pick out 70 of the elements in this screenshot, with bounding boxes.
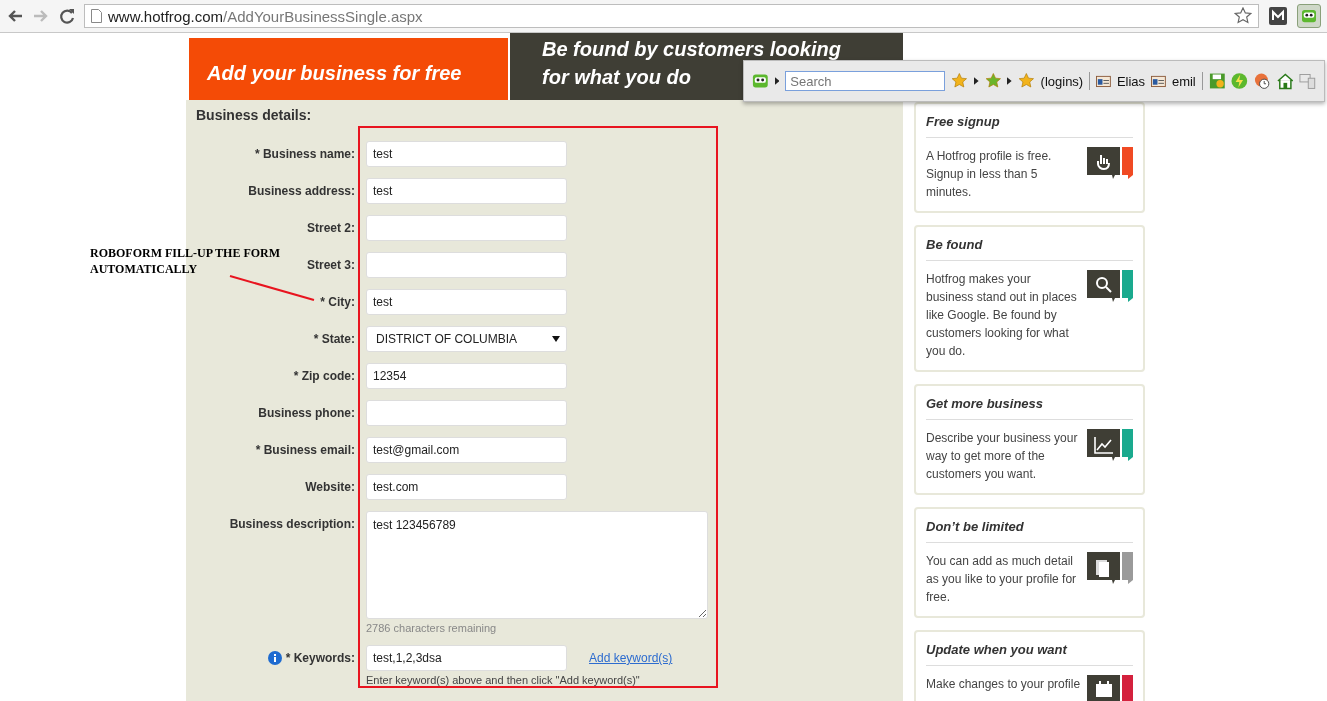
caret-icon xyxy=(1007,77,1012,85)
dock-icon[interactable] xyxy=(1299,72,1317,90)
text-field[interactable] xyxy=(366,400,567,426)
field-label: * Business name: xyxy=(254,146,355,163)
text-field[interactable]: test@gmail.com xyxy=(366,437,567,463)
id-card-icon xyxy=(1151,74,1166,88)
reload-icon[interactable] xyxy=(58,7,76,25)
card-text: Describe your business your way to get more of the customers you want. xyxy=(926,430,1079,483)
description-field[interactable]: test 123456789 xyxy=(366,511,708,619)
bookmark-star-icon[interactable] xyxy=(1234,7,1252,25)
url-host: www.hotfrog.com xyxy=(108,7,224,25)
text-field[interactable]: test xyxy=(366,178,567,204)
header-tab[interactable]: Add your business for free xyxy=(189,38,508,100)
field-label: Business address: xyxy=(248,183,355,200)
field-label: Website: xyxy=(305,479,355,496)
search-field[interactable]: Search xyxy=(785,71,946,91)
lightning-icon[interactable] xyxy=(1231,72,1249,90)
card-text: Make changes to your profile xyxy=(926,676,1081,693)
state-dropdown[interactable]: DISTRICT OF COLUMBIA xyxy=(366,326,567,352)
card-text: You can add as much detail as you like to your profile for free. xyxy=(926,553,1078,606)
card-text: A Hotfrog profile is free. Signup in less than 5 minutes. xyxy=(926,148,1053,201)
field-label: Business phone: xyxy=(258,405,355,422)
keywords-hint: Enter keyword(s) above and then click "Add keyword(s)" xyxy=(366,674,641,686)
card-title: Update when you want xyxy=(926,642,1133,666)
card-title: Get more business xyxy=(926,396,1133,420)
id-card-icon xyxy=(1096,74,1111,88)
text-field[interactable]: test xyxy=(366,289,567,315)
field-label: * Business email: xyxy=(255,442,355,459)
mail-extension-button[interactable] xyxy=(1267,5,1289,27)
text-field[interactable]: test.com xyxy=(366,474,567,500)
page-icon xyxy=(91,9,102,23)
caret-icon xyxy=(774,77,780,85)
card-text: Hotfrog makes your business stand out in places like Google. Be found by customers looking for what you do. xyxy=(926,271,1078,360)
caret-icon xyxy=(552,335,560,343)
field-label: Business description: xyxy=(229,516,355,533)
field-label: Street 3: xyxy=(306,257,355,274)
address-bar[interactable]: www.hotfrog.com/AddYourBusinessSingle.aspx xyxy=(84,4,1259,28)
field-label: * Keywords: xyxy=(285,650,355,667)
save-icon[interactable] xyxy=(1208,72,1226,90)
text-field[interactable]: 12354 xyxy=(366,363,567,389)
caret-icon xyxy=(973,77,979,85)
star-menu-icon[interactable] xyxy=(984,72,1002,90)
info-icon[interactable] xyxy=(267,651,282,665)
card-title: Free signup xyxy=(926,114,1133,138)
field-label: * City: xyxy=(320,294,355,311)
star-menu-icon[interactable] xyxy=(951,72,968,90)
card-title: Be found xyxy=(926,237,1133,261)
logins-menu[interactable]: (logins) xyxy=(1040,73,1084,89)
annotation-text: ROBOFORM FILL-UP THE FORM AUTOMATICALLY xyxy=(90,245,282,277)
add-keywords-link[interactable]: Add keyword(s) xyxy=(589,645,893,671)
text-field[interactable] xyxy=(366,252,567,278)
keywords-field[interactable]: test,1,2,3dsa xyxy=(366,645,567,671)
identity-item[interactable]: Elias xyxy=(1116,73,1146,89)
robot-icon[interactable] xyxy=(752,73,769,89)
text-field[interactable] xyxy=(366,215,567,241)
field-label: Street 2: xyxy=(306,220,355,237)
section-heading: Business details: xyxy=(196,107,313,123)
identity-item[interactable]: emil xyxy=(1171,73,1196,89)
url-path: /AddYourBusinessSingle.aspx xyxy=(223,7,423,25)
robot-icon xyxy=(1301,9,1317,23)
field-label: * Zip code: xyxy=(293,368,355,385)
text-field[interactable]: test xyxy=(366,141,567,167)
mail-icon xyxy=(1269,7,1287,25)
card-title: Don’t be limited xyxy=(926,519,1133,543)
clock-icon[interactable] xyxy=(1254,72,1271,90)
field-label: * State: xyxy=(313,331,355,348)
character-count: 2786 characters remaining xyxy=(366,622,498,634)
home-icon[interactable] xyxy=(1276,72,1294,90)
logins-star-icon[interactable] xyxy=(1017,72,1035,90)
roboform-button[interactable] xyxy=(1297,4,1321,28)
